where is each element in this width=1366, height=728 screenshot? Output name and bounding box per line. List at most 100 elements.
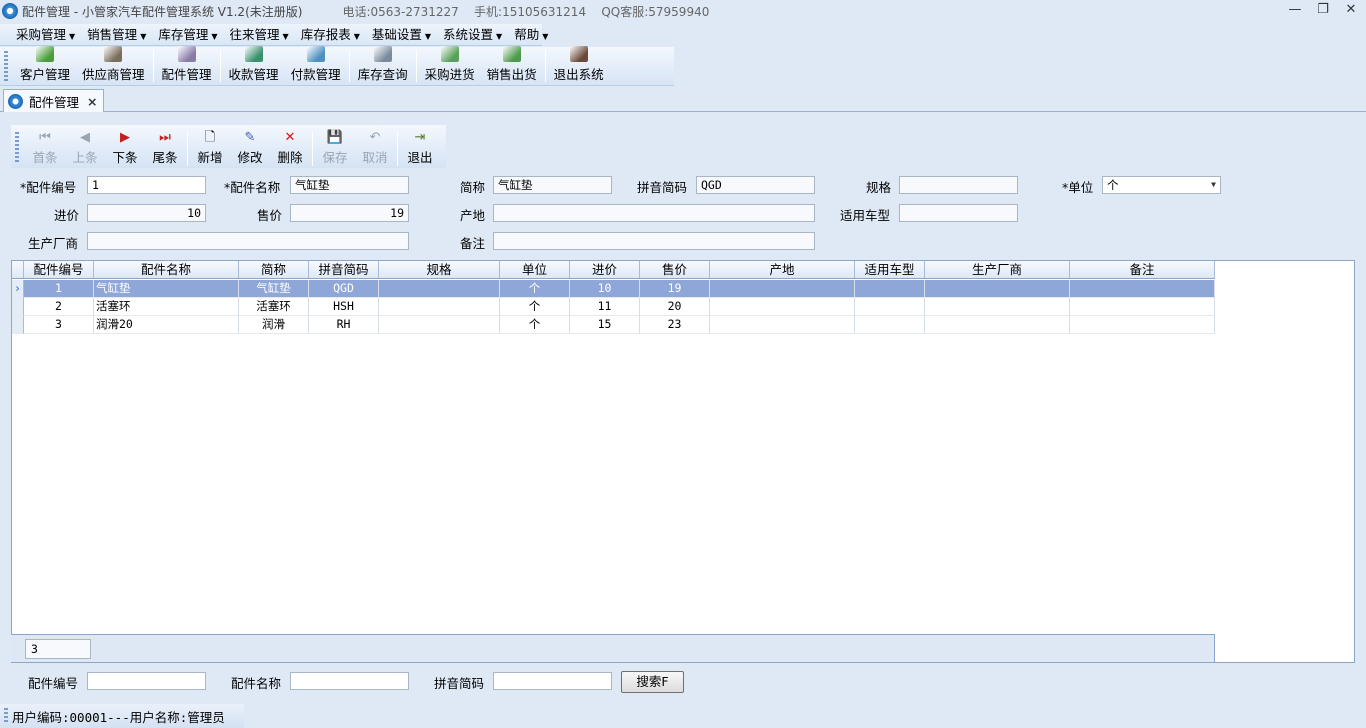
receipt-icon [244, 46, 263, 62]
edit-button[interactable]: ✎ 修改 [230, 129, 270, 166]
short-name-input[interactable]: 气缸垫 [493, 176, 612, 194]
sell-price-input[interactable]: 19 [290, 204, 409, 222]
spec-input[interactable] [899, 176, 1018, 194]
sell-price-label: 售价 [257, 208, 283, 223]
search-pinyin-label: 拼音简码 [434, 676, 485, 691]
remark-input[interactable] [493, 232, 815, 250]
col-header-short-name[interactable]: 简称 [239, 261, 309, 278]
col-header-pinyin[interactable]: 拼音简码 [309, 261, 379, 278]
search-part-no-label: 配件编号 [28, 676, 79, 691]
table-row[interactable]: 3 润滑20 润滑 RH 个 15 23 [12, 316, 1215, 334]
add-button[interactable]: 🗋 新增 [190, 129, 230, 166]
exit-system-button[interactable]: 退出系统 [548, 46, 610, 85]
toolbar-separator [415, 50, 417, 82]
supplier-icon [104, 46, 123, 62]
tab-label: 配件管理 [29, 94, 80, 110]
toolbar-separator [348, 50, 350, 82]
customer-icon [36, 46, 54, 62]
prev-record-button[interactable]: ◀ 上条 [65, 129, 105, 166]
minimize-icon[interactable]: — [1288, 2, 1302, 17]
part-no-input[interactable]: 1 [87, 176, 206, 194]
grid-footer: 3 [11, 634, 1215, 662]
receipt-button[interactable]: 收款管理 [223, 46, 285, 85]
tab-close-icon[interactable]: × [87, 94, 97, 109]
contact-info: 电话:0563-2731227 手机:15105631214 QQ客服:5795… [342, 4, 710, 19]
vehicle-input[interactable] [899, 204, 1018, 222]
cancel-button[interactable]: ↶ 取消 [355, 129, 395, 166]
col-header-part-no[interactable]: 配件编号 [24, 261, 94, 278]
col-header-buy-price[interactable]: 进价 [570, 261, 640, 278]
menu-system-settings[interactable]: 系统设置 ▼ [437, 25, 508, 45]
spec-label: 规格 [866, 180, 892, 195]
col-header-vehicle[interactable]: 适用车型 [855, 261, 925, 278]
search-part-no-input[interactable] [87, 672, 206, 690]
short-name-label: 简称 [460, 180, 486, 195]
menu-stock[interactable]: 库存管理 ▼ [152, 25, 223, 45]
last-icon: ⏭ [159, 130, 171, 145]
next-record-button[interactable]: ▶ 下条 [105, 129, 145, 166]
menu-accounts[interactable]: 往来管理 ▼ [224, 25, 295, 45]
customer-button[interactable]: 客户管理 [14, 46, 76, 85]
last-record-button[interactable]: ⏭ 尾条 [145, 129, 185, 166]
exit-button[interactable]: ⇥ 退出 [400, 129, 440, 166]
prev-icon: ◀ [80, 130, 90, 145]
inventory-search-icon [373, 46, 392, 62]
toolbar-grip[interactable] [15, 132, 19, 164]
payment-button[interactable]: 付款管理 [285, 46, 347, 85]
menu-purchase[interactable]: 采购管理 ▼ [10, 25, 81, 45]
origin-input[interactable] [493, 204, 815, 222]
inventory-search-button[interactable]: 库存查询 [352, 46, 414, 85]
col-header-unit[interactable]: 单位 [500, 261, 570, 278]
edit-icon: ✎ [244, 130, 256, 145]
vehicle-label: 适用车型 [840, 208, 891, 223]
grid-indicator-header [12, 261, 24, 278]
table-row[interactable]: 2 活塞环 活塞环 HSH 个 11 20 [12, 298, 1215, 316]
part-name-input[interactable]: 气缸垫 [290, 176, 409, 194]
status-user-info: 用户编码:00001---用户名称:管理员 [12, 709, 225, 725]
col-header-maker[interactable]: 生产厂商 [925, 261, 1070, 278]
menu-basic-settings[interactable]: 基础设置 ▼ [366, 25, 437, 45]
first-record-button[interactable]: ⏮ 首条 [25, 129, 65, 166]
maker-input[interactable] [87, 232, 409, 250]
delete-button[interactable]: ✕ 删除 [270, 129, 310, 166]
first-icon: ⏮ [39, 130, 51, 145]
app-logo-icon [2, 3, 18, 19]
col-header-origin[interactable]: 产地 [710, 261, 855, 278]
parts-button[interactable]: 配件管理 [156, 46, 218, 85]
tab-logo-icon [8, 93, 23, 109]
search-pinyin-input[interactable] [493, 672, 612, 690]
col-header-remark[interactable]: 备注 [1070, 261, 1215, 278]
unit-select[interactable]: 个 ▼ [1102, 176, 1221, 194]
search-part-name-input[interactable] [290, 672, 409, 690]
purchase-button[interactable]: 采购进货 [419, 46, 481, 85]
supplier-button[interactable]: 供应商管理 [76, 46, 151, 85]
content-area: ⏮ 首条 ◀ 上条 ▶ 下条 ⏭ 尾条 🗋 新增 ✎ 修改 ✕ 删除 💾 保存 ↶ 取消 ⇥ 退出 … [0, 112, 1366, 702]
sales-button[interactable]: 销售出货 [481, 46, 543, 85]
buy-price-input[interactable]: 10 [87, 204, 206, 222]
col-header-sell-price[interactable]: 售价 [640, 261, 710, 278]
table-row[interactable]: › 1 气缸垫 气缸垫 QGD 个 10 19 [12, 280, 1215, 298]
save-button[interactable]: 💾 保存 [315, 129, 355, 166]
toolbar-grip[interactable] [4, 51, 8, 81]
remark-label: 备注 [460, 236, 486, 251]
tab-strip: 配件管理 × [0, 89, 1366, 112]
chevron-down-icon: ▼ [542, 31, 549, 41]
chevron-down-icon: ▼ [211, 31, 218, 41]
menu-reports[interactable]: 库存报表 ▼ [295, 25, 366, 45]
menu-help[interactable]: 帮助 ▼ [508, 25, 554, 45]
close-icon[interactable]: ✕ [1344, 2, 1358, 17]
menu-sales[interactable]: 销售管理 ▼ [81, 25, 152, 45]
parts-icon [177, 46, 196, 62]
chevron-down-icon[interactable]: ▼ [1211, 177, 1216, 193]
parts-grid[interactable]: 配件编号 配件名称 简称 拼音简码 规格 单位 进价 售价 产地 适用车型 生产… [11, 260, 1355, 663]
col-header-spec[interactable]: 规格 [379, 261, 500, 278]
pinyin-input[interactable]: QGD [696, 176, 815, 194]
search-button[interactable]: 搜索F [621, 671, 684, 693]
tab-parts-management[interactable]: 配件管理 × [3, 89, 104, 112]
status-bar: 用户编码:00001---用户名称:管理员 [0, 704, 244, 728]
grid-header: 配件编号 配件名称 简称 拼音简码 规格 单位 进价 售价 产地 适用车型 生产… [12, 261, 1215, 279]
toolbar-separator [187, 132, 188, 166]
chevron-down-icon: ▼ [353, 31, 360, 41]
col-header-part-name[interactable]: 配件名称 [94, 261, 239, 278]
restore-icon[interactable]: ❐ [1316, 2, 1330, 17]
